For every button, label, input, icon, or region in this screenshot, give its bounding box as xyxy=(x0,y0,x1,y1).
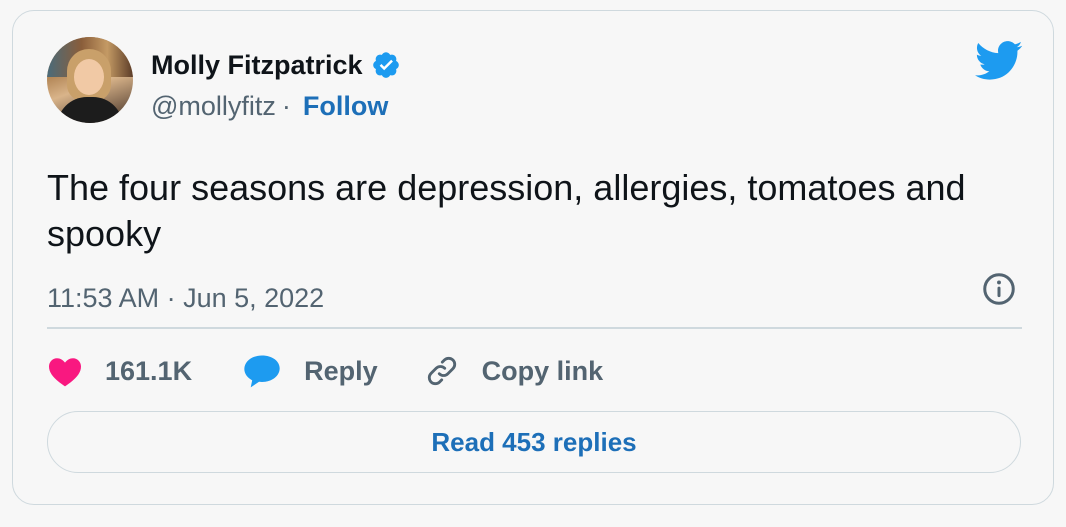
verified-badge-icon xyxy=(372,52,399,78)
author-handle-row: @mollyfitz · Follow xyxy=(151,91,388,122)
like-action[interactable]: 161.1K xyxy=(47,355,192,387)
avatar[interactable] xyxy=(47,37,133,123)
likes-count: 161.1K xyxy=(105,355,193,386)
copy-link-label: Copy link xyxy=(481,355,604,386)
tweet-text: The four seasons are depression, allergi… xyxy=(47,167,966,254)
reply-label: Reply xyxy=(304,355,378,386)
author-name[interactable]: Molly Fitzpatrick xyxy=(151,50,363,81)
reply-bubble-icon xyxy=(244,355,280,388)
twitter-bird-icon[interactable] xyxy=(975,41,1023,81)
reply-action[interactable]: Reply xyxy=(242,353,378,389)
copy-link-action[interactable]: Copy link xyxy=(424,353,604,389)
tweet-actions: 161.1K Reply Copy link xyxy=(47,349,603,393)
author-name-row: Molly Fitzpatrick xyxy=(151,49,401,81)
tweet-embed-card: Molly Fitzpatrick @mollyfitz · Follow Th… xyxy=(12,10,1054,505)
avatar-face xyxy=(74,59,104,95)
avatar-body xyxy=(57,97,123,123)
read-replies-label: Read 453 replies xyxy=(431,426,637,457)
follow-button[interactable]: Follow xyxy=(303,91,388,122)
separator-dot: · xyxy=(281,91,291,121)
divider xyxy=(47,327,1022,329)
author-handle[interactable]: @mollyfitz xyxy=(151,91,276,122)
read-replies-button[interactable]: Read 453 replies xyxy=(47,411,1021,473)
heart-icon xyxy=(49,358,81,387)
link-icon xyxy=(427,356,456,386)
info-icon[interactable] xyxy=(981,271,1017,307)
tweet-timestamp[interactable]: 11:53 AM · Jun 5, 2022 xyxy=(47,283,324,314)
